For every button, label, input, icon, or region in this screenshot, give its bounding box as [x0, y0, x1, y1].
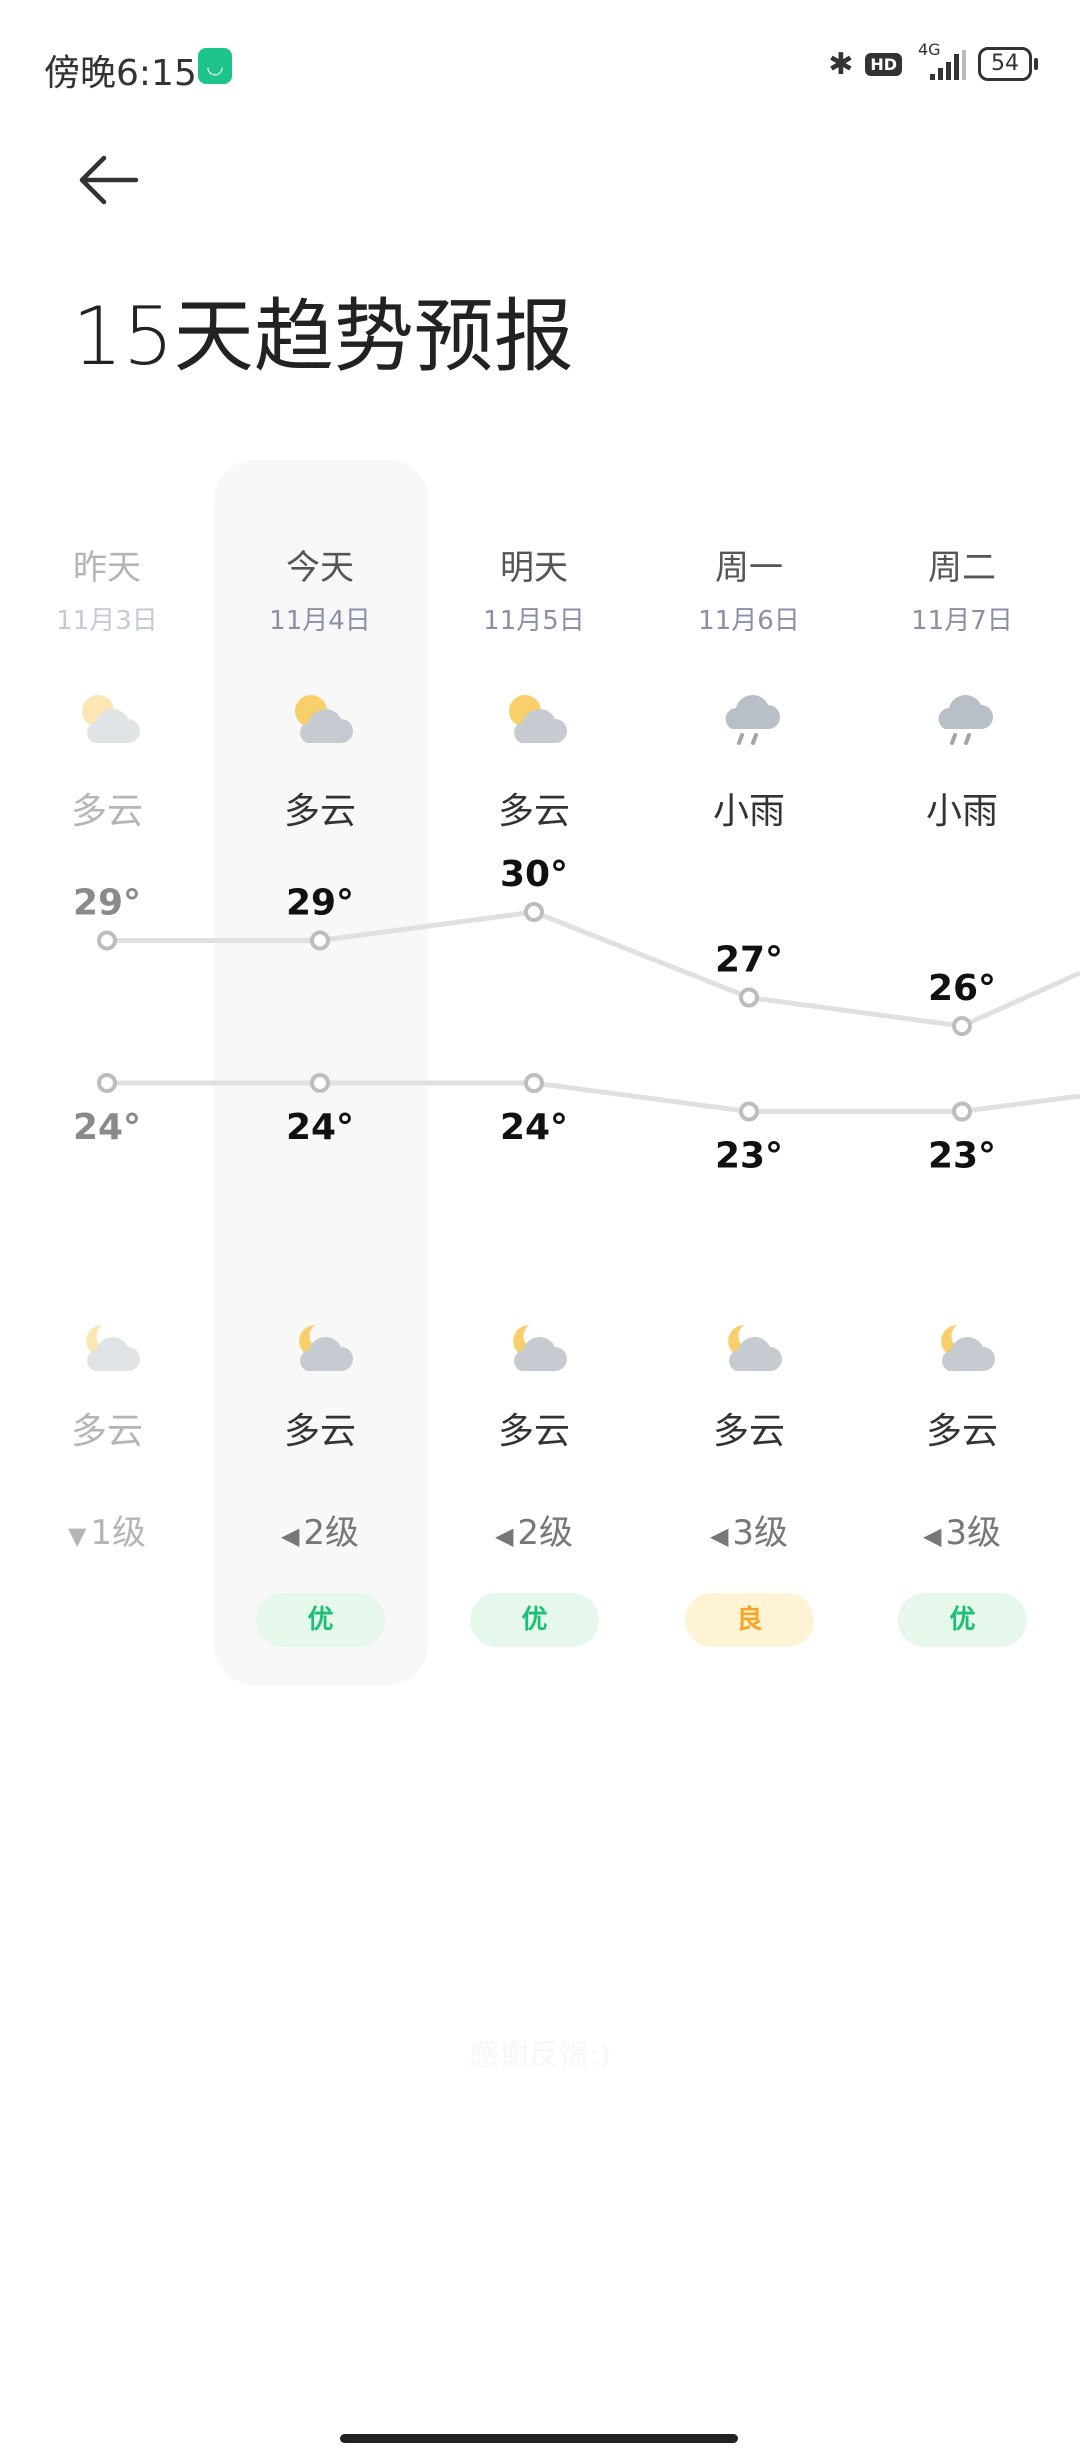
- partly-cloudy-night-icon: [941, 1325, 995, 1371]
- partly-cloudy-night-icon: [299, 1325, 353, 1371]
- low-temp-label: 24°: [73, 1107, 141, 1148]
- high-temp-point: [524, 902, 544, 922]
- partly-cloudy-night-icon: [513, 1325, 567, 1371]
- high-temp-label: 27°: [715, 940, 783, 981]
- aqi-badge: 良: [685, 1593, 814, 1647]
- high-temp-point: [952, 1016, 972, 1036]
- aqi-badge: 优: [256, 1593, 385, 1647]
- wind-level: ◀ 2级: [213, 1505, 427, 1554]
- wind-label: 1级: [90, 1513, 147, 1553]
- night-condition: 多云: [497, 1411, 570, 1452]
- high-temp-point: [310, 930, 330, 951]
- wind-level: ◀ 2级: [427, 1505, 641, 1554]
- home-indicator[interactable]: [340, 2434, 738, 2443]
- high-temp-label: 26°: [928, 968, 996, 1009]
- low-temp-label: 23°: [928, 1136, 996, 1177]
- low-temp-point: [310, 1073, 330, 1093]
- wind-label: 2级: [517, 1513, 574, 1553]
- high-temp-label: 29°: [286, 883, 354, 924]
- wind-level: ▼ 1级: [0, 1505, 214, 1554]
- aqi-badge: 优: [898, 1593, 1027, 1647]
- wind-direction-icon: ◀: [280, 1522, 300, 1550]
- temperature-chart: 29° 29° 30° 27° 26° 24° 24° 24° 23° 23°: [73, 854, 1080, 1177]
- aqi-badge: 优: [470, 1593, 599, 1647]
- wind-direction-icon: ◀: [709, 1522, 729, 1550]
- wind-direction-icon: ▼: [67, 1522, 87, 1550]
- night-condition: 多云: [70, 1411, 143, 1452]
- low-temp-label: 23°: [715, 1136, 783, 1177]
- wind-label: 3级: [945, 1513, 1002, 1553]
- high-temp-point: [739, 987, 759, 1008]
- low-temp-point: [524, 1073, 544, 1093]
- low-temp-line: [107, 1080, 1080, 1114]
- low-temp-label: 24°: [286, 1107, 354, 1148]
- wind-level: ◀ 3级: [855, 1505, 1069, 1554]
- partly-cloudy-night-icon: [728, 1325, 782, 1371]
- night-condition: 多云: [925, 1411, 998, 1452]
- wind-label: 3级: [732, 1513, 789, 1553]
- feedback-text: 感谢反馈:): [469, 2038, 611, 2073]
- night-condition: 多云: [712, 1411, 785, 1452]
- low-temp-point: [739, 1101, 759, 1122]
- wind-direction-icon: ◀: [494, 1522, 514, 1550]
- night-condition: 多云: [283, 1411, 356, 1452]
- high-temp-point: [97, 930, 117, 951]
- high-temp-label: 30°: [500, 854, 568, 895]
- low-temp-point: [97, 1073, 117, 1093]
- high-temp-label: 29°: [73, 883, 141, 924]
- low-temp-point: [952, 1101, 972, 1122]
- wind-level: ◀ 3级: [642, 1505, 856, 1554]
- low-temp-label: 24°: [500, 1107, 568, 1148]
- partly-cloudy-night-icon: [86, 1325, 140, 1371]
- wind-direction-icon: ◀: [922, 1522, 942, 1550]
- wind-label: 2级: [303, 1513, 360, 1553]
